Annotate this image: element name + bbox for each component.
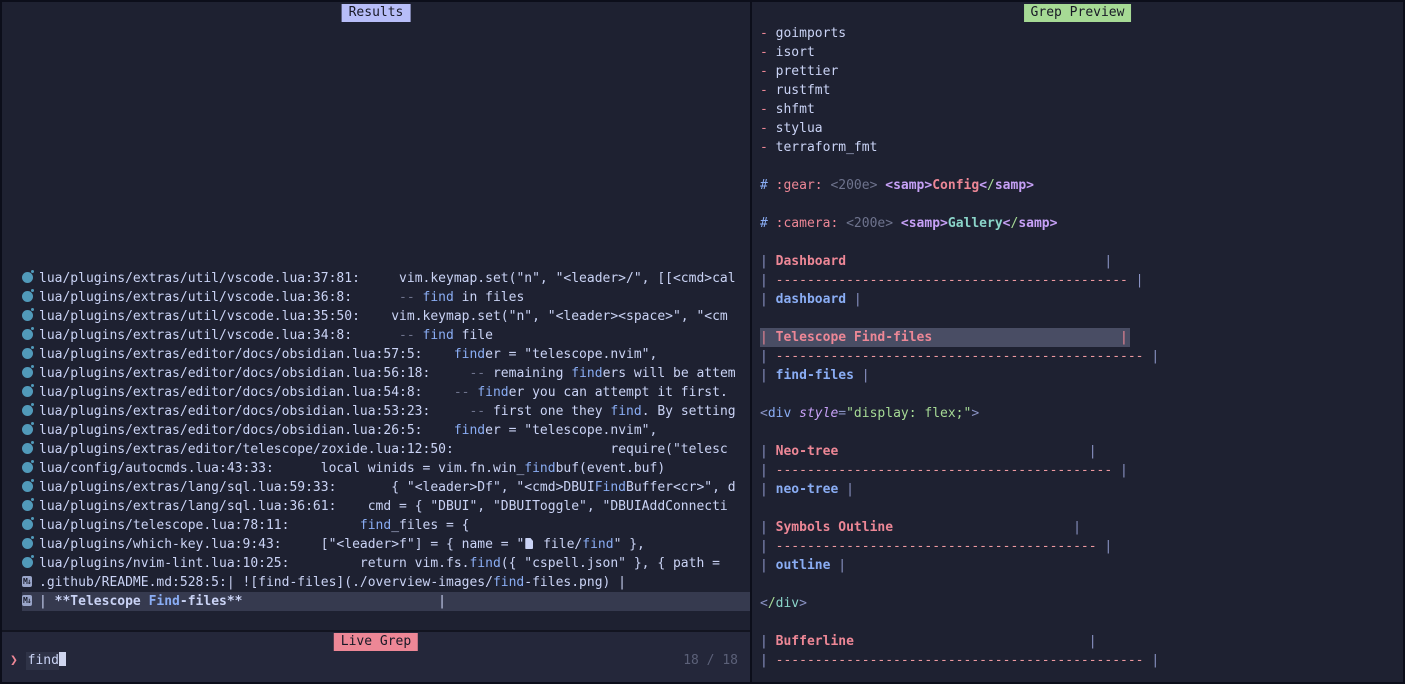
lua-file-icon (22, 308, 39, 322)
result-row[interactable]: lua/plugins/nvim-lint.lua:10:25: return … (22, 554, 750, 573)
live-grep-title-badge: Live Grep (334, 633, 418, 651)
preview-line: | find-files | (760, 366, 1403, 385)
lua-file-icon (22, 403, 39, 417)
preview-line: | Dashboard | (760, 252, 1403, 271)
lua-file-icon (22, 441, 39, 455)
preview-highlight-line: | Telescope Find-files | (760, 328, 1403, 347)
preview-line (760, 613, 1403, 632)
preview-line (760, 309, 1403, 328)
results-panel: Results lua/plugins/extras/util/vscode.l… (2, 2, 752, 682)
results-title-badge: Results (342, 4, 411, 22)
preview-line (760, 423, 1403, 442)
preview-line (760, 385, 1403, 404)
lua-file-icon (22, 422, 39, 436)
preview-line: | Symbols Outline | (760, 518, 1403, 537)
preview-line: - goimports (760, 24, 1403, 43)
result-row[interactable]: lua/plugins/extras/util/vscode.lua:37:81… (22, 269, 750, 288)
lua-file-icon (22, 517, 39, 531)
result-row[interactable]: lua/plugins/which-key.lua:9:43: ["<leade… (22, 535, 750, 554)
prompt-input[interactable]: ❯ find (10, 651, 66, 670)
preview-panel: Grep Preview - goimports- isort- prettie… (752, 2, 1403, 682)
preview-line (760, 157, 1403, 176)
lua-file-icon (22, 460, 39, 474)
preview-line: # :camera: <200e> <samp>Gallery</samp> (760, 214, 1403, 233)
preview-line: | --------------------------------------… (760, 271, 1403, 290)
lua-file-icon (22, 555, 39, 569)
preview-line: | --------------------------------------… (760, 347, 1403, 366)
prompt-chevron-icon: ❯ (10, 653, 18, 668)
preview-line: - rustfmt (760, 81, 1403, 100)
result-counter: 18 / 18 (683, 651, 738, 670)
results-list: lua/plugins/extras/util/vscode.lua:37:81… (2, 2, 750, 630)
result-row[interactable]: lua/config/autocmds.lua:43:33: local win… (22, 459, 750, 478)
result-row[interactable]: .github/README.md:528:5:| ![find-files](… (22, 573, 750, 592)
result-row[interactable]: lua/plugins/extras/editor/docs/obsidian.… (22, 421, 750, 440)
grep-preview-title-badge: Grep Preview (1024, 4, 1132, 22)
preview-line: | --------------------------------------… (760, 651, 1403, 670)
result-row[interactable]: lua/plugins/extras/editor/telescope/zoxi… (22, 440, 750, 459)
preview-line: - terraform_fmt (760, 138, 1403, 157)
file-icon (525, 538, 533, 549)
lua-file-icon (22, 498, 39, 512)
prompt-query-text: find (26, 652, 59, 670)
preview-line (760, 575, 1403, 594)
preview-line (760, 499, 1403, 518)
lua-file-icon (22, 384, 39, 398)
telescope-live-grep-window: Results lua/plugins/extras/util/vscode.l… (0, 0, 1405, 684)
result-row[interactable]: lua/plugins/extras/editor/docs/obsidian.… (22, 345, 750, 364)
result-row[interactable]: lua/plugins/extras/lang/sql.lua:59:33: {… (22, 478, 750, 497)
lua-file-icon (22, 346, 39, 360)
result-row[interactable]: lua/plugins/extras/editor/docs/obsidian.… (22, 383, 750, 402)
lua-file-icon (22, 365, 39, 379)
markdown-file-icon (22, 574, 39, 588)
preview-line: | outline | (760, 556, 1403, 575)
result-row[interactable]: lua/plugins/extras/util/vscode.lua:34:8:… (22, 326, 750, 345)
lua-file-icon (22, 536, 39, 550)
result-row[interactable]: lua/plugins/extras/editor/docs/obsidian.… (22, 364, 750, 383)
lua-file-icon (22, 289, 39, 303)
preview-line (760, 233, 1403, 252)
preview-line: - shfmt (760, 100, 1403, 119)
result-row[interactable]: lua/plugins/extras/util/vscode.lua:36:8:… (22, 288, 750, 307)
prompt-panel: Live Grep ❯ find 18 / 18 (2, 630, 750, 682)
result-row[interactable]: lua/plugins/extras/util/vscode.lua:35:50… (22, 307, 750, 326)
lua-file-icon (22, 479, 39, 493)
result-row[interactable]: lua/plugins/extras/editor/docs/obsidian.… (22, 402, 750, 421)
preview-line: - stylua (760, 119, 1403, 138)
preview-line: # :gear: <200e> <samp>Config</samp> (760, 176, 1403, 195)
preview-line: | --------------------------------------… (760, 461, 1403, 480)
preview-line: <div style="display: flex;"> (760, 404, 1403, 423)
preview-line: | --------------------------------------… (760, 537, 1403, 556)
preview-line: </div> (760, 594, 1403, 613)
lua-file-icon (22, 327, 39, 341)
lua-file-icon (22, 270, 39, 284)
preview-line: | neo-tree | (760, 480, 1403, 499)
result-row[interactable]: lua/plugins/telescope.lua:78:11: find_fi… (22, 516, 750, 535)
preview-content: - goimports- isort- prettier- rustfmt- s… (752, 2, 1403, 670)
markdown-file-icon (22, 593, 39, 607)
preview-line: | Bufferline | (760, 632, 1403, 651)
preview-line: | Neo-tree | (760, 442, 1403, 461)
result-row-selected[interactable]: ▸| **Telescope Find-files** | (22, 592, 750, 611)
text-cursor (59, 652, 66, 666)
preview-line: | dashboard | (760, 290, 1403, 309)
preview-line (760, 195, 1403, 214)
result-row[interactable]: lua/plugins/extras/lang/sql.lua:36:61: c… (22, 497, 750, 516)
preview-line: - prettier (760, 62, 1403, 81)
preview-line: - isort (760, 43, 1403, 62)
